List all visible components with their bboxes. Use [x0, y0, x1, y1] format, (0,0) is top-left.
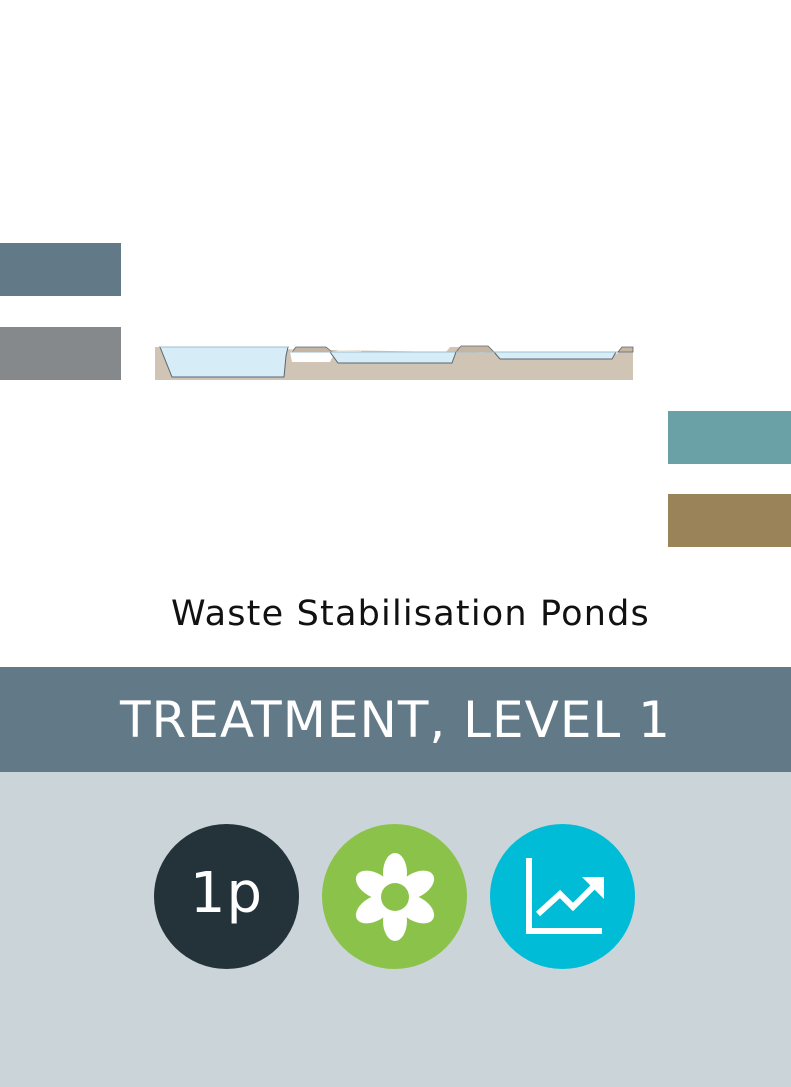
color-bar-right-bottom	[668, 494, 791, 547]
badge-chart	[490, 824, 635, 969]
color-bar-right-top	[668, 411, 791, 464]
category-level-band: TREATMENT, LEVEL 1	[0, 667, 791, 772]
pond-facultative	[329, 351, 457, 364]
color-bar-left-bottom	[0, 327, 121, 380]
diagram-title: Waste Stabilisation Ponds	[171, 594, 650, 634]
badge-strip: 1p	[0, 772, 791, 1087]
dike-2	[455, 345, 495, 353]
flower-icon	[355, 852, 434, 941]
line-chart-icon	[525, 857, 604, 934]
badge-flower	[322, 824, 467, 969]
badge-1p-label: 1p	[189, 861, 264, 926]
pond-maturation	[492, 351, 617, 360]
badge-1p: 1p	[154, 824, 299, 969]
pond-cross-section-diagram	[155, 345, 634, 380]
color-bar-left-top	[0, 243, 121, 296]
pond-anaerobic	[159, 346, 289, 378]
dike-1	[291, 346, 334, 353]
category-level-label: TREATMENT, LEVEL 1	[119, 690, 671, 749]
dike-3	[617, 346, 634, 353]
